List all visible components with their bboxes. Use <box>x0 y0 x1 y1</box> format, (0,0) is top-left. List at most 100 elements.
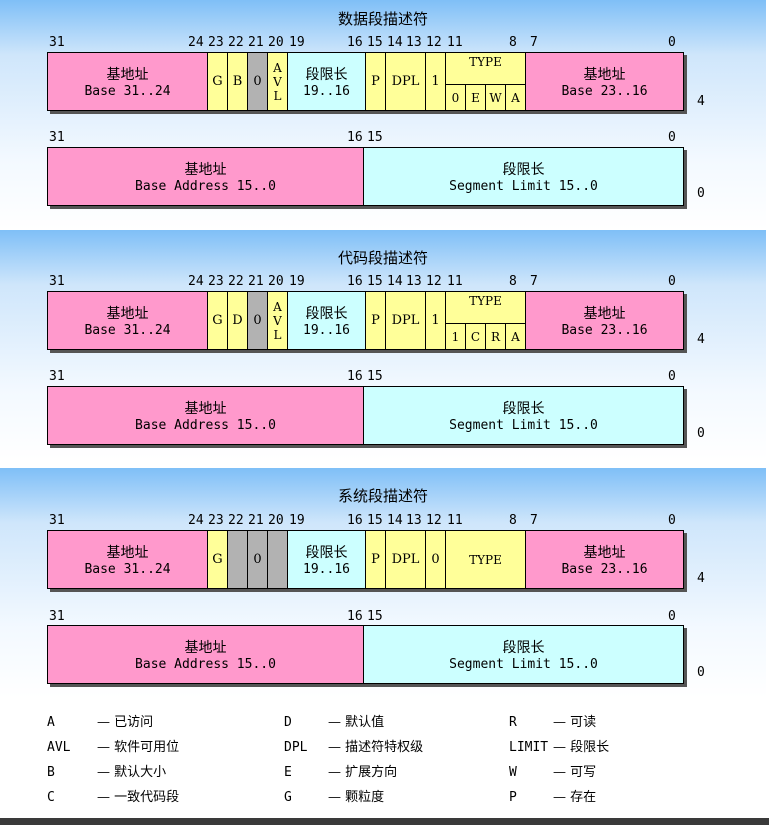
field-label: 段限长 <box>305 67 348 83</box>
field-label: 段限长 <box>502 640 545 656</box>
type-bit: R <box>485 323 505 349</box>
field-label: 基地址 <box>583 67 626 83</box>
legend-item: R — 可读 <box>509 711 596 730</box>
s-bit: 0 <box>425 531 445 588</box>
avl-bit: A V L <box>267 53 287 110</box>
legend-key: AVL <box>47 740 71 755</box>
avl-letter: A <box>273 60 282 75</box>
legend-key: W <box>509 765 517 780</box>
system-segment-panel: 系统段描述符 31 24 23 22 21 20 19 16 15 14 13 … <box>0 468 766 818</box>
field-label: 基地址 <box>106 545 149 561</box>
field-label: 基地址 <box>106 306 149 322</box>
field-label: 段限长 <box>305 306 348 322</box>
bit-number: 24 <box>188 274 204 289</box>
dword-offset: 0 <box>697 426 705 441</box>
reserved-bit <box>267 531 287 588</box>
bit-number: 16 <box>347 369 363 384</box>
bit-number: 31 <box>49 609 65 624</box>
descriptor-low-dword: 基地址 Base Address 15..0 段限长 Segment Limit… <box>47 625 684 684</box>
bit-number: 22 <box>228 513 244 528</box>
limit-15-0-field: 段限长 Segment Limit 15..0 <box>363 626 683 683</box>
legend-item: G — 颗粒度 <box>284 786 384 805</box>
g-bit: G <box>207 53 227 110</box>
dpl-field: DPL <box>385 53 425 110</box>
legend-key: G <box>284 790 292 805</box>
s-bit: 1 <box>425 292 445 349</box>
bit-number: 11 <box>447 513 463 528</box>
legend-desc: — 默认大小 <box>97 765 167 780</box>
p-bit: P <box>365 53 385 110</box>
field-label: 基地址 <box>184 162 227 178</box>
bit-number: 19 <box>289 513 305 528</box>
field-range: Segment Limit 15..0 <box>449 179 598 194</box>
data-segment-panel: 数据段描述符 31 24 23 22 21 20 19 16 15 14 13 … <box>0 0 766 228</box>
type-label: TYPE <box>469 294 502 308</box>
bit-number: 24 <box>188 513 204 528</box>
field-label: 基地址 <box>583 545 626 561</box>
field-label: 段限长 <box>305 545 348 561</box>
bit-number: 21 <box>248 513 264 528</box>
avl-bit: A V L <box>267 292 287 349</box>
legend-item: D — 默认值 <box>284 711 384 730</box>
bit-number: 7 <box>530 35 538 50</box>
bit-number: 31 <box>49 130 65 145</box>
legend-desc: — 一致代码段 <box>97 790 180 805</box>
type-bit: 0 <box>446 84 465 110</box>
bit-number: 0 <box>668 369 676 384</box>
legend-desc: — 存在 <box>553 790 597 805</box>
bit-number: 16 <box>347 513 363 528</box>
bit-number: 8 <box>509 35 517 50</box>
bit-number: 23 <box>208 513 224 528</box>
bit-number: 20 <box>268 274 284 289</box>
field-range: Segment Limit 15..0 <box>449 657 598 672</box>
bit-number: 15 <box>367 369 383 384</box>
type-bit: A <box>505 323 525 349</box>
bit-number: 8 <box>509 274 517 289</box>
bit-number: 8 <box>509 513 517 528</box>
field-range: Base Address 15..0 <box>135 179 276 194</box>
bit-number: 31 <box>49 369 65 384</box>
field-range: 19..16 <box>303 562 350 577</box>
avl-letter: A <box>273 299 282 314</box>
base-23-16-field: 基地址 Base 23..16 <box>525 292 683 349</box>
bit-number: 0 <box>668 609 676 624</box>
field-label: 段限长 <box>502 401 545 417</box>
legend-desc: — 可读 <box>553 715 597 730</box>
section-title: 代码段描述符 <box>337 249 428 267</box>
dword-offset: 0 <box>697 665 705 680</box>
bottom-border <box>0 818 769 825</box>
field-label: 基地址 <box>184 401 227 417</box>
dword-offset: 4 <box>697 571 705 586</box>
descriptor-low-dword: 基地址 Base Address 15..0 段限长 Segment Limit… <box>47 147 684 206</box>
bit-number: 11 <box>447 35 463 50</box>
legend-item: AVL — 软件可用位 <box>47 736 179 755</box>
field-range: Segment Limit 15..0 <box>449 418 598 433</box>
b-bit: B <box>227 53 247 110</box>
bit-number: 12 <box>426 274 442 289</box>
bit-number: 23 <box>208 35 224 50</box>
bit-number: 12 <box>426 513 442 528</box>
legend-key: A <box>47 715 55 730</box>
descriptor-low-dword: 基地址 Base Address 15..0 段限长 Segment Limit… <box>47 386 684 445</box>
legend-key: B <box>47 765 55 780</box>
s-bit: 1 <box>425 53 445 110</box>
bit-number: 20 <box>268 513 284 528</box>
avl-letter: V <box>273 74 282 89</box>
field-range: 19..16 <box>303 323 350 338</box>
legend-item: C — 一致代码段 <box>47 786 179 805</box>
base-31-24-field: 基地址 Base 31..24 <box>48 292 207 349</box>
legend-item: DPL — 描述符特权级 <box>284 736 423 755</box>
bit-number: 12 <box>426 35 442 50</box>
field-range: Base 31..24 <box>84 84 171 99</box>
bit-number: 7 <box>530 274 538 289</box>
descriptor-high-dword: 基地址 Base 31..24 G D 0 A V L 段限长 19..16 P… <box>47 291 684 350</box>
dword-offset: 0 <box>697 186 705 201</box>
avl-letter: V <box>273 313 282 328</box>
avl-letter: L <box>273 327 282 342</box>
code-segment-panel: 代码段描述符 31 24 23 22 21 20 19 16 15 14 13 … <box>0 230 766 466</box>
bit-number: 22 <box>228 274 244 289</box>
d-bit: D <box>227 292 247 349</box>
legend-item: A — 已访问 <box>47 711 153 730</box>
avl-letter: L <box>273 88 282 103</box>
base-31-24-field: 基地址 Base 31..24 <box>48 531 207 588</box>
